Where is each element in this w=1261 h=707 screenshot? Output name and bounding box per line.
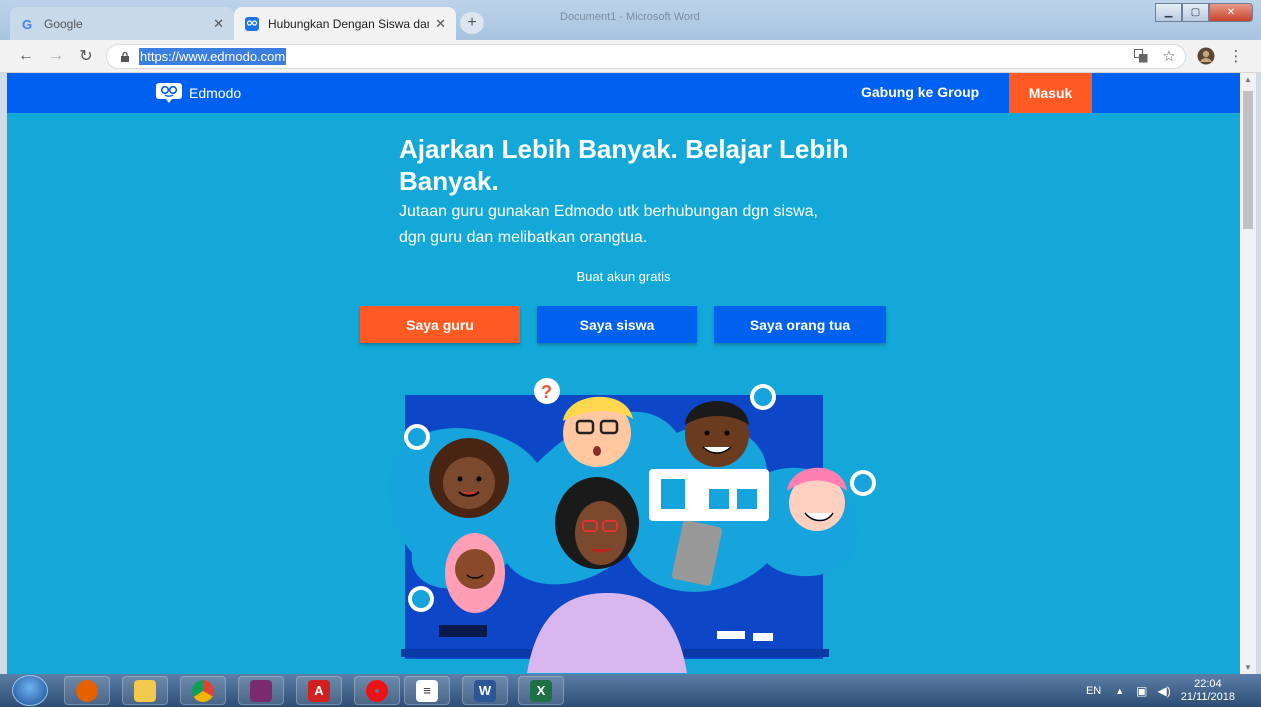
excel-icon[interactable]: X <box>518 676 564 705</box>
bookmark-star-icon[interactable]: ☆ <box>1160 46 1178 66</box>
tab-close-icon[interactable]: ✕ <box>213 16 224 32</box>
hero-subtitle: Jutaan guru gunakan Edmodo utk berhubung… <box>399 203 818 246</box>
google-icon: G <box>20 16 36 32</box>
brand-name: Edmodo <box>189 85 242 101</box>
scroll-down-icon[interactable]: ▼ <box>1244 663 1252 672</box>
tab-title: Google <box>44 16 83 31</box>
background-window-title: Document1 - Microsoft Word <box>560 11 700 23</box>
maximize-button[interactable]: ▢ <box>1182 3 1209 22</box>
word-icon[interactable]: W <box>462 676 508 705</box>
student-signup-button[interactable]: Saya siswa <box>537 306 697 343</box>
reload-button[interactable]: ↻ <box>76 46 96 66</box>
profile-avatar[interactable] <box>1196 46 1216 66</box>
close-window-button[interactable]: ✕ <box>1209 3 1253 22</box>
scrollbar-thumb[interactable] <box>1243 91 1253 229</box>
brand-link[interactable]: Edmodo <box>155 81 241 105</box>
teacher-signup-button[interactable]: Saya guru <box>360 306 520 343</box>
opera-icon[interactable] <box>354 676 400 705</box>
page-scrollbar[interactable]: ▲ ▼ <box>1240 73 1256 674</box>
edmodo-favicon-icon <box>244 16 260 32</box>
start-button[interactable] <box>12 675 48 706</box>
hero-title: Ajarkan Lebih Banyak. Belajar Lebih Bany… <box>399 134 849 196</box>
back-button[interactable]: ← <box>16 46 36 66</box>
minimize-button[interactable]: ▁ <box>1155 3 1182 22</box>
winrar-icon[interactable] <box>238 676 284 705</box>
acrobat-icon[interactable]: A <box>296 676 342 705</box>
menu-kebab-icon[interactable]: ⋮ <box>1229 46 1244 66</box>
window-titlebar: Document1 - Microsoft Word G Google ✕ Hu… <box>0 0 1261 40</box>
language-indicator[interactable]: EN <box>1086 685 1101 697</box>
system-tray: EN ▲ ▣ ◀) 22:04 21/11/2018 <box>1086 674 1235 707</box>
login-button[interactable]: Masuk <box>1009 73 1092 113</box>
scroll-up-icon[interactable]: ▲ <box>1244 75 1252 84</box>
address-bar[interactable]: https://www.edmodo.com <box>106 44 1186 69</box>
hero-illustration: ? <box>388 378 876 673</box>
edmodo-page: Edmodo Gabung ke Group Masuk Ajarkan Leb… <box>7 73 1240 674</box>
window-controls: ▁ ▢ ✕ <box>1155 3 1253 22</box>
svg-text:?: ? <box>541 382 552 402</box>
edmodo-logo-icon <box>156 83 182 103</box>
create-account-text: Buat akun gratis <box>576 269 671 284</box>
clock-time: 22:04 <box>1194 677 1222 690</box>
firefox-icon[interactable] <box>64 676 110 705</box>
windows-taskbar: A ≡ W X EN ▲ ▣ ◀) 22:04 21/11/2018 <box>0 674 1261 707</box>
volume-icon[interactable]: ◀) <box>1158 684 1171 698</box>
forward-button[interactable]: → <box>46 46 66 66</box>
tab-edmodo[interactable]: Hubungkan Dengan Siswa dan O ✕ <box>234 7 456 40</box>
site-header: Edmodo Gabung ke Group Masuk <box>7 73 1240 113</box>
join-group-link[interactable]: Gabung ke Group <box>861 84 979 100</box>
translate-icon[interactable] <box>1132 46 1150 66</box>
clock[interactable]: 22:04 21/11/2018 <box>1181 678 1235 704</box>
svg-text:G: G <box>22 17 32 31</box>
lock-icon <box>121 51 129 62</box>
clock-date: 21/11/2018 <box>1180 690 1235 703</box>
new-tab-button[interactable]: + <box>460 12 484 34</box>
tab-google[interactable]: G Google ✕ <box>10 7 234 40</box>
network-icon[interactable]: ▣ <box>1136 684 1147 698</box>
explorer-icon[interactable] <box>122 676 168 705</box>
tab-close-icon[interactable]: ✕ <box>435 16 446 32</box>
tray-expand-icon[interactable]: ▲ <box>1115 686 1124 696</box>
tab-title: Hubungkan Dengan Siswa dan O <box>268 16 430 31</box>
url-text[interactable]: https://www.edmodo.com <box>139 48 287 65</box>
parent-signup-button[interactable]: Saya orang tua <box>714 306 886 343</box>
chrome-icon[interactable] <box>180 676 226 705</box>
browser-toolbar: ← → ↻ https://www.edmodo.com ☆ ⋮ <box>0 40 1261 73</box>
notepad-icon[interactable]: ≡ <box>404 676 450 705</box>
